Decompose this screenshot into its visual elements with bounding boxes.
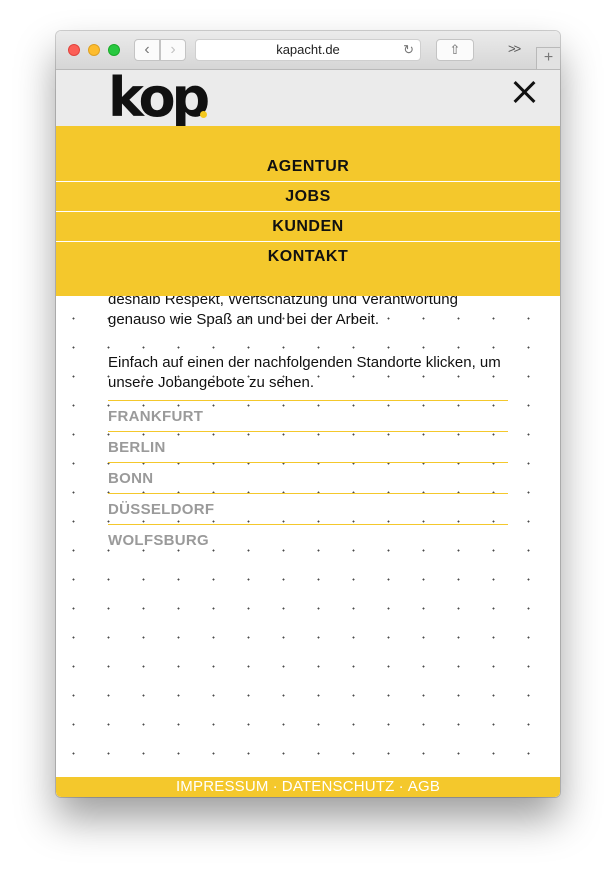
logo[interactable]: kop (108, 70, 210, 126)
share-icon: ⇧ (449, 42, 461, 57)
back-button[interactable]: ‹ (134, 39, 160, 61)
logo-dot (200, 111, 207, 118)
browser-toolbar: ‹ › kapacht.de ↻ ⇧ >> + (56, 31, 560, 70)
plus-icon: + (543, 49, 554, 66)
reload-icon[interactable]: ↻ (403, 40, 414, 60)
main-menu: AGENTUR JOBS KUNDEN KONTAKT (56, 126, 560, 296)
browser-window: ‹ › kapacht.de ↻ ⇧ >> + deshalb Respekt,… (56, 31, 560, 797)
address-bar[interactable]: kapacht.de ↻ (195, 39, 421, 61)
location-link[interactable]: DÜSSELDORF (108, 493, 508, 524)
url-text: kapacht.de (276, 42, 340, 57)
menu-item-kontakt[interactable]: KONTAKT (56, 241, 560, 271)
zoom-window-button[interactable] (108, 44, 120, 56)
location-link[interactable]: BERLIN (108, 431, 508, 462)
menu-item-kunden[interactable]: KUNDEN (56, 211, 560, 241)
footer-link-agb[interactable]: AGB (408, 778, 440, 795)
share-button[interactable]: ⇧ (436, 39, 474, 61)
site-header: kop (56, 70, 560, 126)
menu-item-jobs[interactable]: JOBS (56, 181, 560, 211)
footer-link-datenschutz[interactable]: DATENSCHUTZ (282, 778, 395, 795)
location-list: FRANKFURT BERLIN BONN DÜSSELDORF WOLFSBURG (108, 400, 508, 555)
new-tab-button[interactable]: + (536, 47, 560, 69)
location-link[interactable]: BONN (108, 462, 508, 493)
page-content: deshalb Respekt, Wertschätzung und Veran… (56, 70, 560, 797)
location-link[interactable]: WOLFSBURG (108, 524, 508, 555)
overflow-chevron-icon[interactable]: >> (508, 41, 521, 56)
chevron-left-icon: ‹ (144, 41, 150, 58)
footer: IMPRESSUM · DATENSCHUTZ · AGB (56, 777, 560, 797)
intro-paragraph: deshalb Respekt, Wertschätzung und Veran… (108, 291, 458, 328)
forward-button[interactable]: › (160, 39, 186, 61)
minimize-window-button[interactable] (88, 44, 100, 56)
instruction-paragraph: Einfach auf einen der nachfolgenden Stan… (108, 354, 501, 391)
menu-item-agentur[interactable]: AGENTUR (56, 152, 560, 181)
close-icon[interactable] (512, 80, 536, 104)
footer-separator: · (272, 778, 278, 795)
footer-link-impressum[interactable]: IMPRESSUM (176, 778, 269, 795)
location-link[interactable]: FRANKFURT (108, 400, 508, 431)
chevron-right-icon: › (170, 41, 176, 58)
close-window-button[interactable] (68, 44, 80, 56)
footer-separator: · (398, 778, 404, 795)
